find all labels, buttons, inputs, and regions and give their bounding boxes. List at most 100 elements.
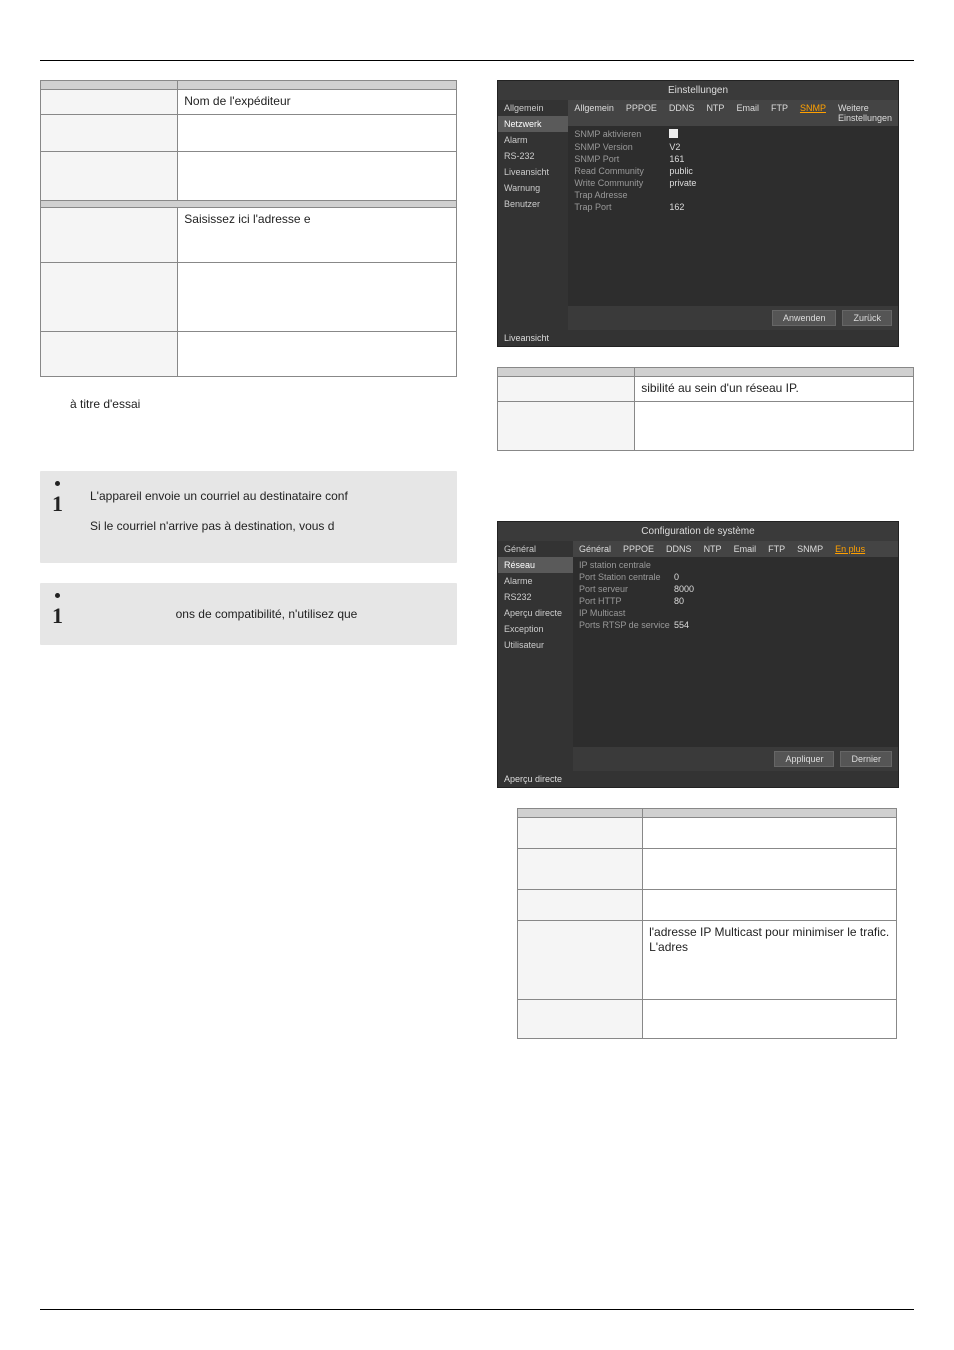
cell: l'adresse IP Multicast pour minimiser le… xyxy=(643,920,897,999)
table-row xyxy=(41,262,457,331)
tab-ftp[interactable]: FTP xyxy=(762,541,791,557)
snmp-enable-checkbox[interactable] xyxy=(669,129,678,140)
info-icon: 1 xyxy=(52,593,63,632)
table-row xyxy=(518,889,897,920)
cell xyxy=(643,889,897,920)
field-label: Port serveur xyxy=(579,584,674,594)
tab-email[interactable]: Email xyxy=(728,541,763,557)
page: Nom de l'expéditeur Saisissez ici l'adre… xyxy=(0,0,954,1350)
sidebar-item-allgemein[interactable]: Allgemein xyxy=(498,100,568,116)
cell xyxy=(643,808,897,817)
field-row: Port HTTP 80 xyxy=(573,595,898,607)
info-text: ons de compatibilité, n'utilisez que xyxy=(90,605,443,623)
cell xyxy=(643,999,897,1038)
info-text: L'appareil envoie un courriel au destina… xyxy=(90,487,443,505)
field-row: IP Multicast xyxy=(573,607,898,619)
field-value[interactable]: 554 xyxy=(674,620,689,630)
tab-general[interactable]: Général xyxy=(573,541,617,557)
sidebar-item-rs232[interactable]: RS232 xyxy=(498,589,573,605)
tab-ntp[interactable]: NTP xyxy=(700,100,730,126)
right-table-2: l'adresse IP Multicast pour minimiser le… xyxy=(517,808,897,1039)
sidebar-item-alarme[interactable]: Alarme xyxy=(498,573,573,589)
info-icon: 1 xyxy=(52,481,63,520)
sub-note: à titre d'essai xyxy=(70,397,457,411)
cell xyxy=(178,81,457,90)
tab-email[interactable]: Email xyxy=(730,100,765,126)
cell xyxy=(178,114,457,151)
field-value[interactable]: 162 xyxy=(669,202,684,212)
right-column: Einstellungen Allgemein Netzwerk Alarm R… xyxy=(497,80,914,1039)
shot-body: Général Réseau Alarme RS232 Aperçu direc… xyxy=(498,541,898,771)
field-value[interactable]: 8000 xyxy=(674,584,694,594)
shot-tabs: Général PPPOE DDNS NTP Email FTP SNMP En… xyxy=(573,541,898,557)
info-box-1: 1 L'appareil envoie un courriel au desti… xyxy=(40,471,457,563)
field-row: Read Community public xyxy=(568,165,898,177)
sidebar-item-utilisateur[interactable]: Utilisateur xyxy=(498,637,573,653)
cell xyxy=(518,808,643,817)
cell xyxy=(41,114,178,151)
field-row: SNMP aktivieren xyxy=(568,128,898,141)
table-row xyxy=(518,848,897,889)
cell xyxy=(498,401,635,450)
tab-ddns[interactable]: DDNS xyxy=(660,541,698,557)
columns: Nom de l'expéditeur Saisissez ici l'adre… xyxy=(40,80,914,1039)
shot-main: Général PPPOE DDNS NTP Email FTP SNMP En… xyxy=(573,541,898,771)
table-row: Saisissez ici l'adresse e xyxy=(41,207,457,262)
tab-allgemein[interactable]: Allgemein xyxy=(568,100,620,126)
cell xyxy=(643,817,897,848)
tab-ftp[interactable]: FTP xyxy=(765,100,794,126)
cell xyxy=(41,262,178,331)
sidebar-item-warnung[interactable]: Warnung xyxy=(498,180,568,196)
field-row: SNMP Version V2 xyxy=(568,141,898,153)
tab-pppoe[interactable]: PPPOE xyxy=(620,100,663,126)
field-value[interactable]: V2 xyxy=(669,142,680,152)
field-label: IP station centrale xyxy=(579,560,674,570)
sidebar-item-rs232[interactable]: RS-232 xyxy=(498,148,568,164)
field-row: IP station centrale xyxy=(573,559,898,571)
shot-sidebar: Général Réseau Alarme RS232 Aperçu direc… xyxy=(498,541,573,771)
tab-snmp[interactable]: SNMP xyxy=(791,541,829,557)
sidebar-item-netzwerk[interactable]: Netzwerk xyxy=(498,116,568,132)
back-button[interactable]: Zurück xyxy=(842,310,892,326)
tab-snmp[interactable]: SNMP xyxy=(794,100,832,126)
apply-button[interactable]: Anwenden xyxy=(772,310,837,326)
cell xyxy=(41,81,178,90)
cell xyxy=(518,999,643,1038)
field-value[interactable]: private xyxy=(669,178,696,188)
tab-ddns[interactable]: DDNS xyxy=(663,100,701,126)
cell xyxy=(643,848,897,889)
cell xyxy=(178,151,457,200)
sidebar-item-general[interactable]: Général xyxy=(498,541,573,557)
shot-title: Configuration de système xyxy=(498,522,898,541)
table-row xyxy=(41,151,457,200)
tab-enplus[interactable]: En plus xyxy=(829,541,871,557)
field-value[interactable]: 0 xyxy=(674,572,679,582)
table-row xyxy=(41,200,457,207)
tab-weitere[interactable]: Weitere Einstellungen xyxy=(832,100,898,126)
gap xyxy=(497,451,914,521)
apply-button[interactable]: Appliquer xyxy=(774,751,834,767)
tab-pppoe[interactable]: PPPOE xyxy=(617,541,660,557)
shot-liveback[interactable]: Liveansicht xyxy=(498,330,898,346)
shot-liveback[interactable]: Aperçu directe xyxy=(498,771,898,787)
tab-ntp[interactable]: NTP xyxy=(698,541,728,557)
sidebar-item-apercu[interactable]: Aperçu directe xyxy=(498,605,573,621)
field-value[interactable]: public xyxy=(669,166,693,176)
field-label: Trap Port xyxy=(574,202,669,212)
table-row xyxy=(498,401,914,450)
back-button[interactable]: Dernier xyxy=(840,751,892,767)
sidebar-item-benutzer[interactable]: Benutzer xyxy=(498,196,568,212)
table-row: l'adresse IP Multicast pour minimiser le… xyxy=(518,920,897,999)
sidebar-item-reseau[interactable]: Réseau xyxy=(498,557,573,573)
table-row xyxy=(518,817,897,848)
table-row xyxy=(498,368,914,377)
sidebar-item-liveansicht[interactable]: Liveansicht xyxy=(498,164,568,180)
field-value[interactable]: 161 xyxy=(669,154,684,164)
sidebar-item-alarm[interactable]: Alarm xyxy=(498,132,568,148)
field-value[interactable]: 80 xyxy=(674,596,684,606)
table-row: sibilité au sein d'un réseau IP. xyxy=(498,377,914,402)
info-text: Si le courriel n'arrive pas à destinatio… xyxy=(90,517,443,535)
table-row xyxy=(41,81,457,90)
sidebar-item-exception[interactable]: Exception xyxy=(498,621,573,637)
field-label: IP Multicast xyxy=(579,608,674,618)
